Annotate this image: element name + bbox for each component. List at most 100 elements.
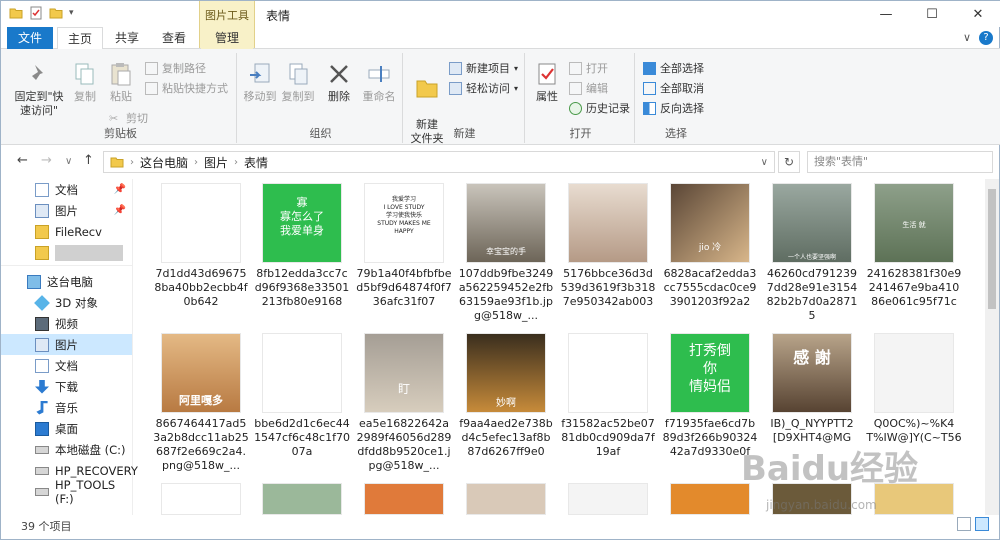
up-button[interactable]: ↑ bbox=[83, 153, 94, 168]
file-item[interactable]: 我爱学习 I LOVE STUDY 学习使我快乐 STUDY MAKES ME … bbox=[354, 179, 454, 329]
search-input[interactable]: 搜索"表情" bbox=[807, 151, 993, 173]
image-thumbnail[interactable] bbox=[161, 483, 241, 515]
sidebar-item[interactable]: 音乐 bbox=[1, 397, 132, 418]
new-folder-icon[interactable] bbox=[49, 6, 63, 20]
properties-label: 属性 bbox=[536, 90, 558, 103]
file-item[interactable]: 寡 寡怎么了 我爱单身 8fb12edda3cc7cd96f9368e335012… bbox=[252, 179, 352, 329]
tab-file[interactable]: 文件 bbox=[7, 27, 53, 49]
dropdown-arrow-icon: ▾ bbox=[514, 83, 519, 93]
sidebar-item[interactable]: 文档 📌 bbox=[1, 179, 132, 200]
file-item[interactable]: 阿里嘎多 8667464417ad53a2b8dcc11ab25687f2e669… bbox=[151, 329, 251, 479]
rename-button[interactable]: 重命名 bbox=[359, 59, 399, 104]
details-view-button[interactable] bbox=[957, 517, 971, 531]
file-item[interactable]: 一个人也要坚强啊 46260cd7912397dd28e91e315482b2b7… bbox=[762, 179, 862, 329]
recent-locations-button[interactable]: ∨ bbox=[65, 156, 72, 167]
file-item[interactable]: 生活 就 241628381f30e9241467e9ba41086e061c95… bbox=[864, 179, 964, 329]
folder-icon[interactable] bbox=[9, 6, 23, 20]
file-item[interactable]: 7d1dd43d696758ba40bb2ecbb4f0b642 bbox=[151, 179, 251, 329]
invert-selection-button[interactable]: 反向选择 bbox=[643, 99, 704, 117]
sidebar-item[interactable]: 本地磁盘 (C:) bbox=[1, 439, 132, 460]
help-icon[interactable]: ? bbox=[979, 31, 993, 45]
forward-button[interactable]: → bbox=[41, 153, 52, 168]
address-bar[interactable]: › 这台电脑 › 图片 › 表情 ∨ bbox=[103, 151, 775, 173]
new-folder-icon bbox=[416, 80, 438, 98]
history-button[interactable]: 历史记录 bbox=[569, 99, 630, 117]
tab-view[interactable]: 查看 bbox=[153, 27, 195, 49]
select-all-button[interactable]: 全部选择 bbox=[643, 59, 704, 77]
close-button[interactable]: ✕ bbox=[955, 1, 1000, 27]
large-icons-view-button[interactable] bbox=[975, 517, 989, 531]
file-item[interactable]: 盯 ea5e16822642a2989f46056d289dfdd8b9520ce… bbox=[354, 329, 454, 479]
image-thumbnail[interactable] bbox=[364, 483, 444, 515]
easy-access-button[interactable]: 轻松访问 ▾ bbox=[449, 79, 518, 97]
copy-to-button[interactable]: 复制到 bbox=[279, 59, 317, 104]
back-button[interactable]: ← bbox=[17, 153, 28, 168]
sidebar-item[interactable]: 图片 bbox=[1, 334, 132, 355]
paste-shortcut-button[interactable]: 粘贴快捷方式 bbox=[145, 79, 228, 97]
copy-path-button[interactable]: 复制路径 bbox=[145, 59, 206, 77]
sidebar-item[interactable] bbox=[1, 242, 132, 263]
image-thumbnail[interactable] bbox=[670, 483, 750, 515]
new-item-button[interactable]: 新建项目 ▾ bbox=[449, 59, 518, 77]
file-item[interactable]: 妙啊 f9aa4aed2e738bd4c5efec13af8b87d6267ff9… bbox=[456, 329, 556, 479]
file-item[interactable]: jio 冷 6828acaf2edda3cc7555cdac0ce93901203… bbox=[660, 179, 760, 329]
sidebar-item[interactable]: 文档 bbox=[1, 355, 132, 376]
file-item[interactable]: bbe6d2d1c6ec441547cf6c48c1f7007a bbox=[252, 329, 352, 479]
move-to-button[interactable]: 移动到 bbox=[241, 59, 279, 104]
organize-group-label: 组织 bbox=[309, 127, 332, 140]
edit-button[interactable]: 编辑 bbox=[569, 79, 608, 97]
select-none-button[interactable]: 全部取消 bbox=[643, 79, 704, 97]
vertical-scrollbar[interactable] bbox=[985, 179, 999, 515]
scrollbar-thumb[interactable] bbox=[988, 189, 996, 309]
copy-button[interactable]: 复制 bbox=[67, 59, 103, 104]
maximize-button[interactable]: ☐ bbox=[909, 1, 955, 27]
customize-toolbar-icon[interactable]: ▾ bbox=[69, 8, 74, 18]
chevron-right-icon: › bbox=[194, 156, 199, 168]
properties-icon bbox=[538, 63, 556, 85]
file-item[interactable]: f31582ac52be0781db0cd909da7f19af bbox=[558, 329, 658, 479]
sidebar-item-label: 音乐 bbox=[55, 400, 78, 415]
address-dropdown-button[interactable]: ∨ bbox=[761, 157, 768, 168]
image-thumbnail: 幸宝宝的手 bbox=[466, 183, 546, 263]
copy-path-icon bbox=[145, 61, 158, 75]
expand-ribbon-icon[interactable]: ∨ bbox=[963, 31, 971, 45]
tab-manage[interactable]: 管理 bbox=[201, 27, 253, 49]
history-icon bbox=[569, 101, 582, 115]
file-name: 79b1a40f4bfbfbed5bf9d64874f0f736afc31f07 bbox=[356, 267, 452, 308]
image-thumbnail[interactable] bbox=[568, 483, 648, 515]
refresh-button[interactable]: ↻ bbox=[778, 151, 800, 173]
sidebar-item[interactable]: 这台电脑 bbox=[1, 271, 132, 292]
sidebar-item[interactable]: 3D 对象 bbox=[1, 292, 132, 313]
delete-button[interactable]: 删除 bbox=[323, 59, 355, 104]
sidebar-item[interactable]: 视频 bbox=[1, 313, 132, 334]
sidebar-item[interactable]: 桌面 bbox=[1, 418, 132, 439]
image-thumbnail[interactable] bbox=[262, 483, 342, 515]
paste-button[interactable]: 粘贴 bbox=[103, 59, 139, 104]
navigation-bar: ← → ∨ ↑ › 这台电脑 › 图片 › 表情 ∨ ↻ 搜索"表情" bbox=[1, 147, 1000, 177]
sidebar-item[interactable]: 下载 bbox=[1, 376, 132, 397]
tab-home[interactable]: 主页 bbox=[57, 27, 103, 50]
image-thumbnail[interactable] bbox=[466, 483, 546, 515]
properties-button[interactable]: 属性 bbox=[529, 59, 565, 104]
file-item[interactable]: 5176bbce36d3d539d3619f3b3187e950342ab003 bbox=[558, 179, 658, 329]
sidebar-item[interactable]: HP_TOOLS (F:) bbox=[1, 478, 132, 506]
open-button[interactable]: 打开 bbox=[569, 59, 608, 77]
breadcrumb-emoji[interactable]: 表情 bbox=[244, 154, 268, 171]
breadcrumb-this-pc[interactable]: 这台电脑 bbox=[140, 154, 188, 171]
file-name: 107ddb9fbe3249a562259452e2fb63159ae93f1b… bbox=[458, 267, 554, 322]
sidebar-item-label: 文档 bbox=[55, 358, 78, 373]
paste-shortcut-label: 粘贴快捷方式 bbox=[162, 82, 228, 95]
select-group: 全部选择 全部取消 反向选择 选择 bbox=[637, 53, 715, 143]
sidebar-item[interactable]: FileRecv bbox=[1, 221, 132, 242]
file-item[interactable]: 幸宝宝的手 107ddb9fbe3249a562259452e2fb63159ae… bbox=[456, 179, 556, 329]
dropdown-arrow-icon: ▾ bbox=[514, 63, 519, 73]
image-thumbnail bbox=[568, 333, 648, 413]
sidebar-item[interactable]: 图片 📌 bbox=[1, 200, 132, 221]
image-thumbnail: 盯 bbox=[364, 333, 444, 413]
minimize-button[interactable]: — bbox=[863, 1, 909, 27]
breadcrumb-pictures[interactable]: 图片 bbox=[204, 154, 228, 171]
drive-icon bbox=[35, 445, 49, 454]
tab-share[interactable]: 共享 bbox=[107, 27, 147, 49]
properties-icon[interactable] bbox=[29, 6, 43, 20]
pin-quick-access-button[interactable]: 固定到"快速访问" bbox=[11, 59, 67, 118]
